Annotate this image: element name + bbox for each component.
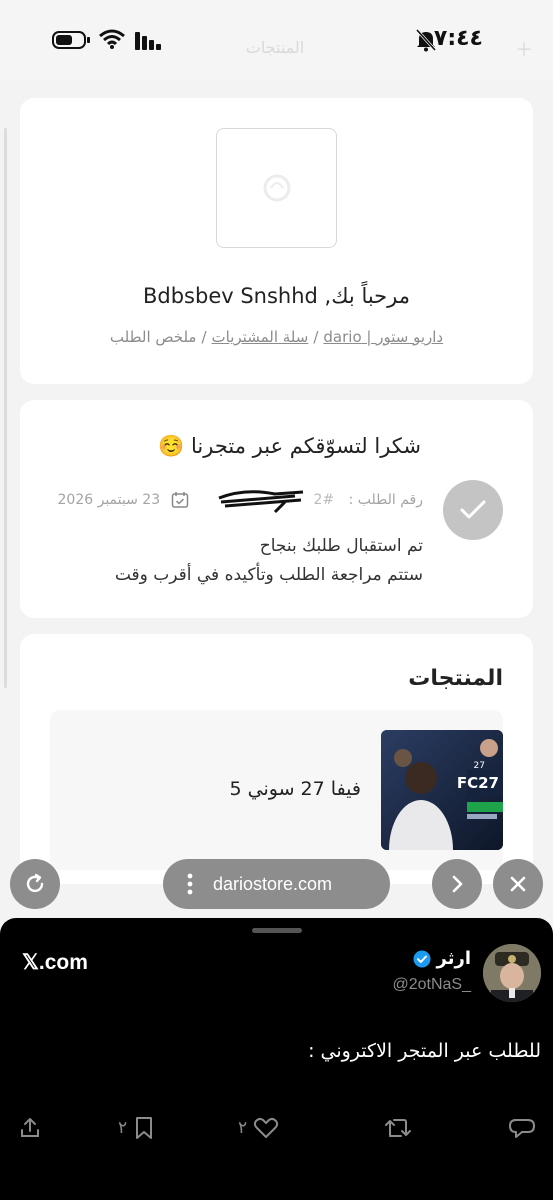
scrollbar[interactable]: [4, 128, 7, 688]
close-button[interactable]: [493, 859, 543, 909]
faded-plus-icon: ＋: [515, 40, 533, 61]
breadcrumb-home-link[interactable]: داريو ستور | dario: [323, 328, 443, 346]
svg-text:27: 27: [474, 761, 485, 771]
retweet-icon: [385, 1119, 411, 1137]
fifa-27-cover-image: FC27 27: [381, 730, 503, 850]
author-name[interactable]: ارثر: [437, 948, 472, 969]
heart-icon: [254, 1117, 279, 1138]
bookmark-button[interactable]: ٢: [118, 1116, 155, 1140]
order-confirmation-card: شكرا لتسوّقكم عبر متجرنا ☺️ رقم الطلب : …: [20, 400, 533, 618]
more-options-icon[interactable]: [185, 873, 195, 895]
faded-page-title: المنتجات: [245, 38, 305, 57]
product-image[interactable]: FC27 27: [381, 730, 503, 850]
calendar-icon: [171, 492, 188, 508]
bookmark-icon: [136, 1117, 153, 1139]
sheet-drag-handle[interactable]: [252, 928, 302, 933]
thanks-message: شكرا لتسوّقكم عبر متجرنا ☺️: [158, 434, 421, 458]
battery-icon: [52, 31, 90, 49]
share-sheet: 𝕏.com ارثر @2otNaS_ للطلب عبر المتجر الا…: [0, 918, 553, 1200]
breadcrumb-cart-link[interactable]: سلة المشتريات: [212, 328, 309, 346]
products-heading: المنتجات: [408, 666, 503, 691]
url-text[interactable]: dariostore.com: [213, 874, 332, 895]
breadcrumb: داريو ستور | dario/سلة المشتريات/ملخص ال…: [20, 328, 533, 346]
verified-badge-icon: [413, 950, 430, 967]
reload-icon: [26, 873, 44, 893]
checkmark-icon: [460, 500, 486, 519]
redaction-scribble: [218, 490, 304, 514]
avatar-image: [483, 944, 541, 1002]
order-status-line: ستتم مراجعة الطلب وتأكيده في أقرب وقت: [114, 565, 423, 585]
status-bar: المنتجات ٧:٤٤ ＋: [0, 0, 553, 80]
share-button[interactable]: [18, 1116, 42, 1140]
forward-button[interactable]: [432, 859, 482, 909]
avatar[interactable]: [483, 944, 541, 1002]
order-meta: رقم الطلب : #2 23 سبتمبر 2026: [58, 486, 423, 514]
order-number-value: #2: [313, 492, 335, 508]
product-name[interactable]: فيفا 27 سوني 5: [230, 778, 362, 800]
breadcrumb-separator: /: [201, 328, 207, 346]
share-icon: [21, 1118, 39, 1137]
status-time: ٧:٤٤: [433, 26, 483, 51]
wifi-icon: [99, 29, 125, 49]
order-number-label: رقم الطلب :: [348, 492, 423, 508]
like-count: ٢: [238, 1118, 248, 1138]
reload-button[interactable]: [10, 859, 60, 909]
source-site[interactable]: 𝕏.com: [22, 950, 88, 975]
bookmark-count: ٢: [118, 1118, 128, 1138]
products-card: المنتجات FC27 27 فيفا 27 سوني 5: [20, 634, 533, 884]
tweet-text: للطلب عبر المتجر الاكتروني :: [308, 1040, 541, 1062]
reply-icon: [509, 1119, 535, 1138]
close-icon: [510, 876, 526, 892]
reply-button[interactable]: [508, 1116, 536, 1140]
store-logo: [216, 128, 337, 248]
author-handle[interactable]: @2otNaS_: [392, 976, 471, 994]
like-button[interactable]: ٢: [238, 1116, 279, 1140]
welcome-greeting: مرحباً بك, Bdbsbev Snshhd: [142, 284, 410, 308]
breadcrumb-separator: /: [313, 328, 319, 346]
svg-text:FC27: FC27: [457, 774, 499, 792]
welcome-card: مرحباً بك, Bdbsbev Snshhd داريو ستور | d…: [20, 98, 533, 384]
success-check-icon: [443, 480, 503, 540]
author-name-row[interactable]: ارثر: [413, 948, 472, 969]
order-status: تم استقبال طلبك بنجاح ستتم مراجعة الطلب …: [115, 532, 423, 590]
order-date: 23 سبتمبر 2026: [57, 492, 161, 508]
product-item[interactable]: FC27 27 فيفا 27 سوني 5: [50, 710, 503, 870]
url-bar[interactable]: dariostore.com: [163, 859, 390, 909]
signal-icon: [135, 32, 161, 50]
retweet-button[interactable]: [384, 1116, 412, 1140]
chevron-right-icon: [452, 875, 463, 893]
breadcrumb-current: ملخص الطلب: [109, 328, 197, 346]
store-logo-icon: [263, 174, 290, 202]
order-status-line: تم استقبال طلبك بنجاح: [259, 536, 423, 556]
